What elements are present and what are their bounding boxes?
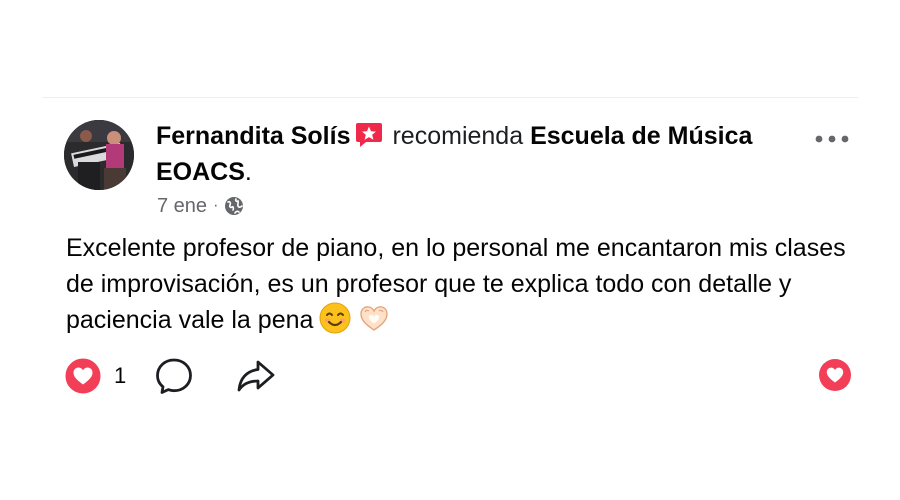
recommends-text: recomienda: [392, 122, 524, 150]
love-reaction-icon[interactable]: [64, 357, 102, 395]
reaction-count[interactable]: 1: [114, 363, 154, 389]
recommendation-icon: [356, 123, 383, 147]
love-reaction-button[interactable]: [818, 358, 852, 392]
post-header: Fernandita Solís recomienda Escuela de M…: [156, 118, 756, 190]
post-date[interactable]: 7 ene: [157, 195, 207, 218]
globe-icon: [225, 197, 244, 215]
author-name[interactable]: Fernandita Solís: [156, 122, 350, 150]
meta-separator: ·: [213, 197, 219, 214]
comment-icon[interactable]: [154, 356, 194, 396]
smiling-face-emoji: [319, 302, 351, 344]
heart-hands-emoji: [357, 302, 391, 344]
post-actions: 1: [64, 356, 276, 396]
post-body: Excelente profesor de piano, en lo perso…: [66, 230, 856, 344]
top-divider: [42, 97, 858, 98]
header-period: .: [244, 158, 252, 186]
more-options-icon[interactable]: [814, 134, 850, 144]
post-meta: 7 ene ·: [157, 193, 244, 219]
avatar-photo: [64, 120, 134, 190]
author-avatar[interactable]: [64, 120, 134, 190]
post-body-text: Excelente profesor de piano, en lo perso…: [66, 234, 846, 334]
share-icon[interactable]: [236, 356, 276, 396]
